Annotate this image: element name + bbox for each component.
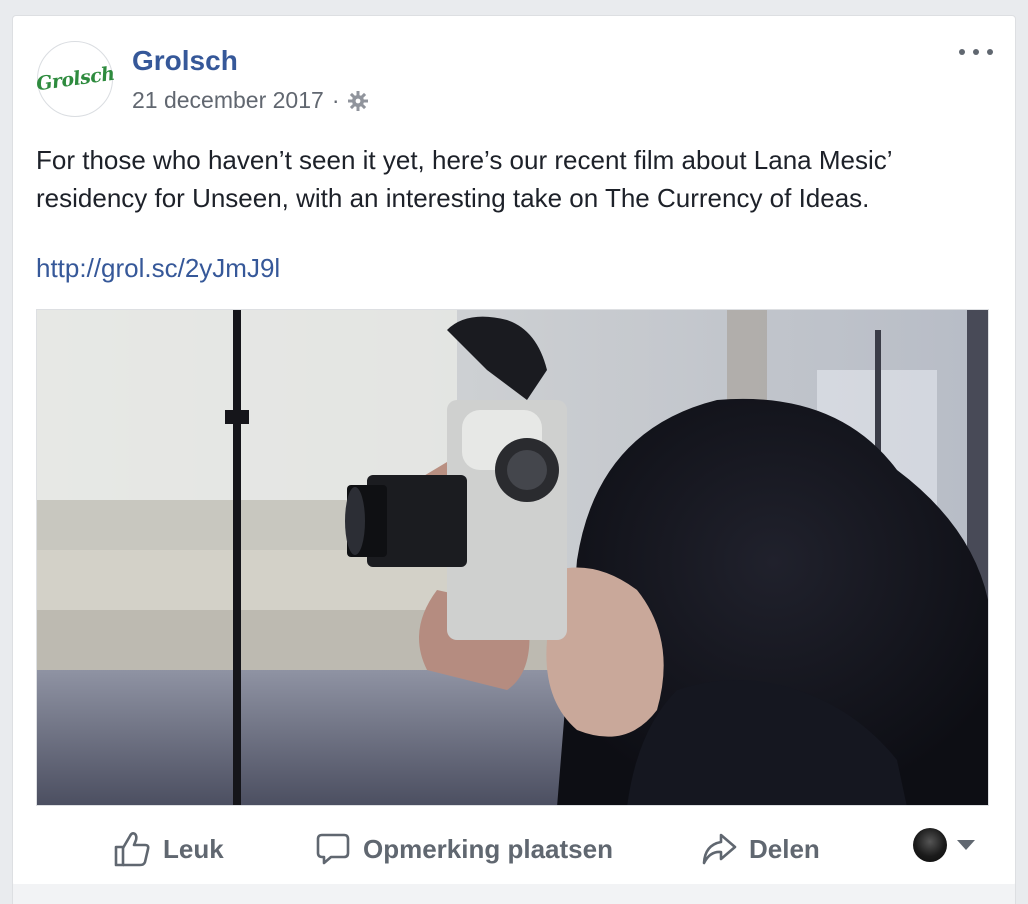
chevron-down-icon	[957, 840, 975, 850]
grolsch-logo: Grolsch	[34, 62, 116, 96]
post-meta: 21 december 2017 ·	[132, 87, 369, 114]
thumbs-up-icon	[114, 832, 150, 867]
dot	[959, 49, 965, 55]
page-name-link[interactable]: Grolsch	[132, 45, 238, 77]
dot	[987, 49, 993, 55]
avatar	[913, 828, 947, 862]
globe-settings-icon[interactable]	[347, 90, 369, 112]
like-label: Leuk	[163, 833, 224, 864]
profile-picker[interactable]	[913, 828, 975, 862]
comment-button[interactable]: Opmerking plaatsen	[315, 824, 613, 874]
video-thumbnail[interactable]	[36, 309, 989, 806]
post-card: Grolsch Grolsch 21 december 2017 · For t…	[12, 15, 1016, 887]
meta-separator: ·	[331, 87, 340, 113]
page-avatar[interactable]: Grolsch	[34, 41, 116, 117]
post-text: For those who haven’t seen it yet, here’…	[36, 145, 892, 213]
comment-label: Opmerking plaatsen	[363, 833, 613, 864]
share-button[interactable]: Delen	[701, 824, 820, 874]
next-card-edge	[12, 884, 1016, 904]
post-date[interactable]: 21 december 2017	[132, 87, 324, 114]
speech-bubble-icon	[316, 833, 350, 865]
ellipsis-icon[interactable]	[959, 42, 993, 62]
dot	[973, 49, 979, 55]
post-link[interactable]: http://grol.sc/2yJmJ9l	[36, 253, 280, 284]
share-arrow-icon	[702, 833, 737, 865]
like-button[interactable]: Leuk	[113, 824, 224, 874]
action-bar: Leuk Opmerking plaatsen Delen	[13, 824, 1015, 874]
share-label: Delen	[749, 833, 820, 864]
